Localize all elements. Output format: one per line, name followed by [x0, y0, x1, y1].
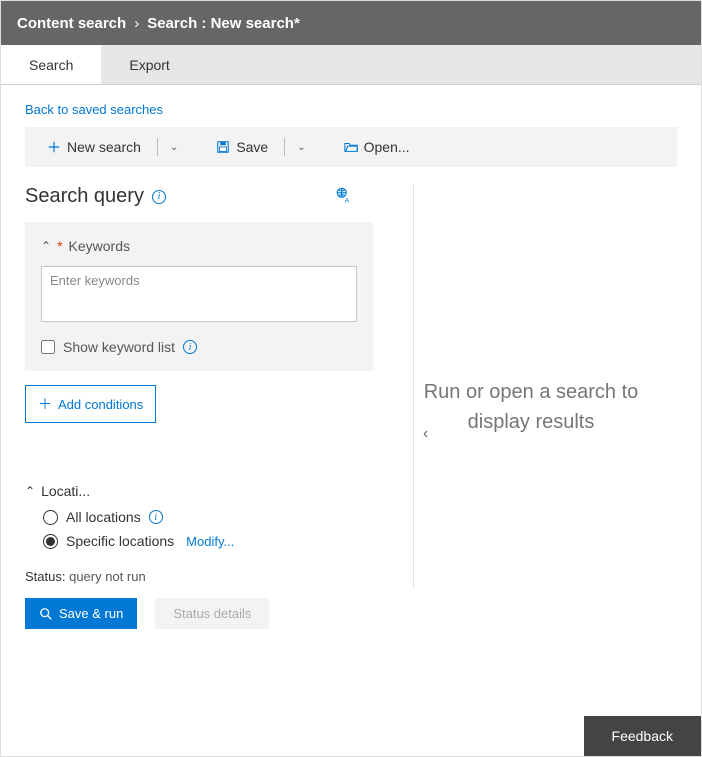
required-marker: *	[57, 238, 62, 254]
status-label: Status:	[25, 569, 65, 584]
info-icon[interactable]: i	[149, 510, 163, 524]
all-locations-label: All locations	[66, 509, 141, 525]
breadcrumb-root[interactable]: Content search	[17, 15, 126, 32]
keywords-card: ⌃ * Keywords Show keyword list i	[25, 222, 373, 371]
save-dropdown[interactable]: ⌄	[297, 142, 305, 153]
search-icon	[39, 607, 53, 621]
save-label: Save	[236, 139, 268, 155]
breadcrumb-bar: Content search › Search : New search*	[1, 1, 701, 45]
tab-export[interactable]: Export	[101, 45, 197, 84]
all-locations-radio[interactable]	[43, 510, 58, 525]
specific-locations-radio[interactable]	[43, 534, 58, 549]
toolbar-divider	[157, 138, 158, 156]
status-value: query not run	[69, 569, 146, 584]
specific-locations-label: Specific locations	[66, 533, 174, 549]
status-row: Status: query not run	[25, 569, 373, 584]
tab-search-label: Search	[29, 57, 73, 73]
status-details-label: Status details	[173, 606, 251, 621]
feedback-button[interactable]: Feedback	[584, 716, 701, 756]
tab-export-label: Export	[129, 57, 169, 73]
locations-section: ⌃ Locati... All locations i Specific loc…	[25, 483, 373, 549]
feedback-label: Feedback	[612, 728, 673, 744]
add-conditions-label: Add conditions	[58, 397, 143, 412]
panel-divider	[413, 185, 414, 589]
save-button[interactable]: Save	[210, 135, 274, 159]
info-icon[interactable]: i	[152, 190, 166, 204]
show-keyword-list-checkbox[interactable]	[41, 340, 55, 354]
plus-icon: ＋	[38, 394, 52, 414]
modify-link[interactable]: Modify...	[186, 534, 234, 549]
status-details-button: Status details	[155, 598, 269, 629]
collapse-keywords-icon[interactable]: ⌃	[41, 239, 51, 253]
locations-title: Locati...	[41, 483, 90, 499]
save-and-run-button[interactable]: Save & run	[25, 598, 137, 629]
open-label: Open...	[364, 139, 410, 155]
svg-text:A: A	[345, 198, 350, 205]
language-icon[interactable]: A	[335, 186, 353, 207]
new-search-dropdown[interactable]: ⌄	[170, 142, 178, 153]
section-title: Search query i	[25, 185, 166, 208]
back-link[interactable]: Back to saved searches	[25, 102, 163, 117]
breadcrumb-current: Search : New search*	[147, 15, 300, 32]
keywords-label: Keywords	[69, 238, 130, 254]
save-run-label: Save & run	[59, 606, 123, 621]
search-query-title: Search query	[25, 185, 144, 208]
collapse-locations-icon[interactable]: ⌃	[25, 484, 35, 498]
info-icon[interactable]: i	[183, 340, 197, 354]
collapse-panel-button[interactable]: ‹	[423, 425, 428, 443]
toolbar-divider	[284, 138, 285, 156]
breadcrumb-separator: ›	[134, 15, 139, 32]
results-placeholder: Run or open a search to display results	[385, 185, 677, 629]
new-search-button[interactable]: New search	[41, 135, 147, 159]
folder-open-icon	[344, 140, 358, 154]
show-keyword-list-label: Show keyword list	[63, 339, 175, 355]
results-placeholder-text: Run or open a search to display results	[415, 377, 647, 437]
search-query-panel: Search query i A ⌃ * Keywords Show keywo…	[25, 185, 385, 629]
keywords-input[interactable]	[41, 266, 357, 322]
tab-strip: Search Export	[1, 45, 701, 85]
tab-search[interactable]: Search	[1, 45, 101, 84]
plus-icon	[47, 140, 61, 154]
toolbar: New search ⌄ Save ⌄ Open...	[25, 127, 677, 167]
open-button[interactable]: Open...	[338, 135, 416, 159]
add-conditions-button[interactable]: ＋ Add conditions	[25, 385, 156, 423]
save-icon	[216, 140, 230, 154]
new-search-label: New search	[67, 139, 141, 155]
